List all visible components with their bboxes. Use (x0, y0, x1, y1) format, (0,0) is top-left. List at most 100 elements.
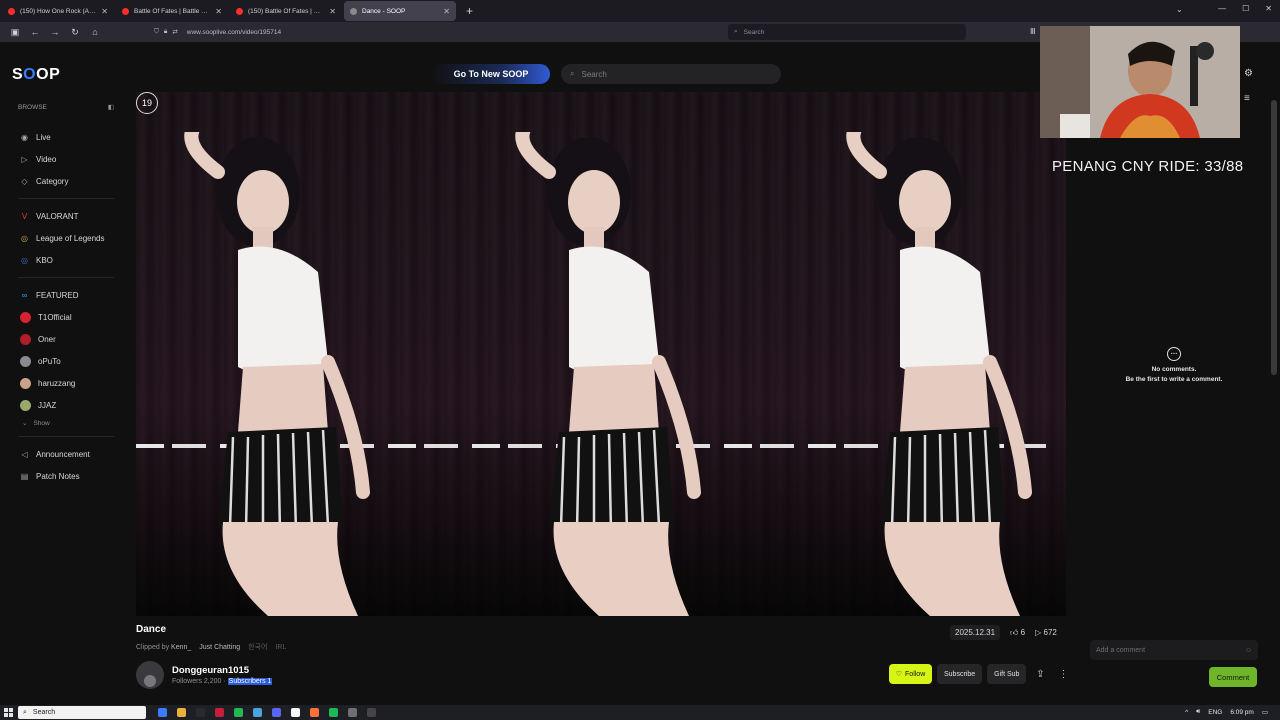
sort-icon[interactable]: ≡ (1244, 93, 1253, 104)
sidebar-item-label: Patch Notes (36, 471, 80, 481)
comment-placeholder: Add a comment (1096, 646, 1146, 654)
channel-name[interactable]: Donggeuran1015 (172, 665, 272, 676)
app-icon[interactable] (329, 708, 338, 717)
tab-label: Dance - SOOP (362, 7, 406, 15)
sidebar-item-oner[interactable]: Oner (12, 328, 120, 350)
discord-icon[interactable] (272, 708, 281, 717)
sidebar-item-label: JJAZ (38, 400, 57, 410)
new-tab-button[interactable]: + (466, 4, 473, 18)
sidebar-item-haruzzang[interactable]: haruzzang (12, 372, 120, 394)
youtube-icon (236, 7, 243, 15)
address-bar[interactable]: ⛉ 🔒︎ ⇄ www.sooplive.com/video/195714 (150, 24, 725, 40)
chevron-down-icon[interactable]: ⌄ (1176, 5, 1183, 14)
featured-label: FEATURED (36, 290, 79, 300)
video-icon: ▷ (21, 154, 28, 164)
divider (18, 436, 114, 437)
collapse-sidebar-icon[interactable]: ◧ (108, 103, 114, 111)
app-body: SOOP Go To New SOOP ⌕ Search BROWSE ◧ ◉ L… (0, 42, 1280, 705)
close-window-button[interactable]: ✕ (1265, 4, 1272, 13)
language-indicator[interactable]: ENG (1208, 709, 1222, 716)
app-icon[interactable] (291, 708, 300, 717)
video-player[interactable] (136, 92, 1066, 616)
back-icon[interactable]: ← (30, 27, 40, 37)
close-icon[interactable]: ✕ (215, 7, 222, 16)
sidebar-item-label: oPuTo (38, 356, 61, 366)
webcam-overlay (1040, 26, 1240, 138)
gear-icon[interactable]: ⚙ (1244, 68, 1253, 79)
home-icon[interactable]: ⌂ (90, 27, 100, 37)
sidebar-item-t1official[interactable]: T1Official (12, 306, 120, 328)
app-icon[interactable] (158, 708, 167, 717)
app-icon[interactable] (367, 708, 376, 717)
firefox-icon[interactable] (310, 708, 319, 717)
tag-korean[interactable]: 한국어 (248, 642, 267, 652)
sidebar-item-league-of-legends[interactable]: ◎ League of Legends (12, 227, 120, 249)
go-to-new-soop-button[interactable]: Go To New SOOP (432, 64, 550, 84)
sidebar-item-patch-notes[interactable]: ▤ Patch Notes (12, 465, 120, 487)
close-icon[interactable]: ✕ (101, 7, 108, 16)
browser-search-input[interactable]: ⌕ Search (728, 24, 966, 40)
sidebar-item-jjaz[interactable]: JJAZ (12, 394, 120, 416)
avatar[interactable] (136, 661, 164, 689)
sidebar-toggle-icon[interactable]: ▣ (10, 27, 20, 38)
app-icon[interactable] (196, 708, 205, 717)
browser-search-placeholder: Search (743, 28, 765, 36)
gift-sub-button[interactable]: Gift Sub (987, 664, 1027, 684)
follow-button[interactable]: ♡ Follow (889, 664, 932, 684)
windows-start-icon[interactable] (4, 708, 13, 717)
category-link[interactable]: Just Chatting (199, 644, 240, 651)
sidebar-item-oputo[interactable]: oPuTo (12, 350, 120, 372)
screen: (150) How One Rock (Almost) F... ✕ Battl… (0, 0, 1280, 720)
sidebar-item-video[interactable]: ▷ Video (12, 148, 120, 170)
site-search-input[interactable]: ⌕ Search (561, 64, 781, 84)
divider (18, 198, 114, 199)
close-icon[interactable]: ✕ (443, 7, 450, 16)
app-icon[interactable] (215, 708, 224, 717)
subscribe-button[interactable]: Subscribe (937, 664, 983, 684)
chevron-up-icon[interactable]: ^ (1185, 709, 1188, 716)
minimize-button[interactable]: — (1218, 4, 1226, 13)
scrollbar[interactable] (1271, 100, 1277, 375)
permissions-icon: ⇄ (172, 29, 178, 36)
tag-irl[interactable]: IRL (275, 644, 286, 651)
clock[interactable]: 6:09 pm (1230, 709, 1254, 716)
emoji-icon[interactable]: ☺ (1245, 647, 1252, 654)
kbo-icon: ◎ (21, 255, 28, 265)
like-button[interactable]: 👍︎ 6 (1010, 628, 1025, 638)
share-icon[interactable]: ⇪ (1031, 664, 1049, 684)
library-icon[interactable]: Ⅲ (1030, 27, 1036, 36)
spotify-icon[interactable] (234, 708, 243, 717)
clipper-link[interactable]: Kenn_ (171, 644, 191, 651)
sidebar-item-valorant[interactable]: V VALORANT (12, 205, 120, 227)
sidebar-item-live[interactable]: ◉ Live (12, 126, 120, 148)
play-icon: ▷ (1035, 628, 1042, 637)
followers-count: Followers 2,200 · (172, 678, 226, 685)
more-options-icon[interactable]: ⋮ (1054, 664, 1072, 684)
browser-tab[interactable]: (150) How One Rock (Almost) F... ✕ (2, 1, 114, 21)
app-icon[interactable] (348, 708, 357, 717)
browser-tab-active[interactable]: Dance - SOOP ✕ (344, 1, 456, 21)
sidebar-item-announcement[interactable]: ◁ Announcement (12, 443, 120, 465)
comment-bubble-icon: … (1167, 347, 1181, 361)
sidebar-item-kbo[interactable]: ◎ KBO (12, 249, 120, 271)
browser-tab[interactable]: Battle Of Fates | Battle Trail... ✕ (116, 1, 228, 21)
comment-submit-button[interactable]: Comment (1209, 667, 1257, 687)
show-more-button[interactable]: ⌄ Show (12, 416, 120, 430)
folder-icon[interactable] (177, 708, 186, 717)
taskbar-search-input[interactable]: ⌕ Search (18, 706, 146, 719)
search-icon: ⌕ (570, 69, 575, 78)
volume-icon[interactable]: 🔊︎ (1196, 708, 1200, 716)
megaphone-icon: ◁ (21, 449, 28, 459)
maximize-button[interactable]: ☐ (1242, 4, 1249, 13)
close-icon[interactable]: ✕ (329, 7, 336, 16)
forward-icon[interactable]: → (50, 27, 60, 37)
view-stat: ▷ 672 (1035, 628, 1057, 637)
soop-logo[interactable]: SOOP (12, 66, 60, 84)
browser-tab[interactable]: (150) Battle Of Fates | Batt... ✕ (230, 1, 342, 21)
notifications-icon[interactable]: ▭ (1262, 708, 1268, 716)
comment-input[interactable]: Add a comment ☺ (1090, 640, 1258, 660)
search-icon: ⌕ (23, 708, 27, 716)
reload-icon[interactable]: ↻ (70, 27, 80, 38)
app-icon[interactable] (253, 708, 262, 717)
sidebar-item-category[interactable]: ◇ Category (12, 170, 120, 192)
